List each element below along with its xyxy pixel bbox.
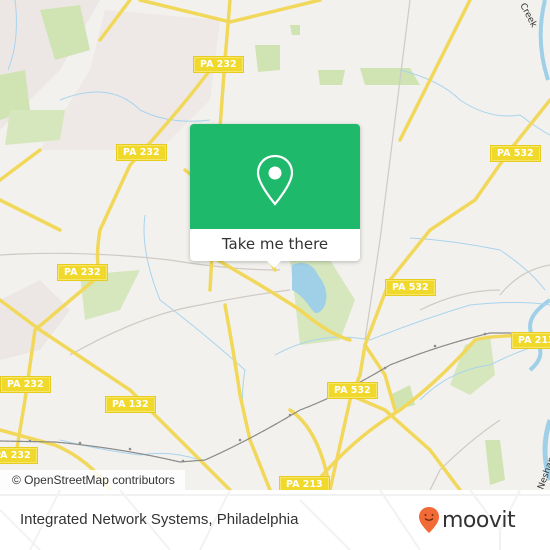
park [360, 68, 420, 85]
water-label: Creek [517, 2, 538, 30]
park [5, 110, 65, 145]
route-shield: PA 213 [511, 332, 550, 349]
map-attribution[interactable]: © OpenStreetMap contributors [0, 470, 185, 490]
popup-header[interactable] [190, 124, 360, 229]
route-shield: PA 132 [105, 396, 156, 413]
route-shield: PA 232 [0, 376, 51, 393]
park [255, 45, 280, 72]
route-shield: PA 232 [116, 144, 167, 161]
park [318, 70, 345, 85]
moovit-pin-icon [419, 507, 439, 533]
place-name: Integrated Network Systems, Philadelphia [20, 511, 299, 528]
route-shield: PA 232 [0, 447, 38, 464]
take-me-there-button[interactable]: Take me there [190, 230, 360, 261]
park [485, 440, 505, 485]
footer-bar: Integrated Network Systems, Philadelphia… [0, 490, 550, 550]
park [290, 25, 300, 35]
map-pin-icon [256, 154, 294, 206]
route-shield: PA 532 [490, 145, 541, 162]
moovit-wordmark: moovit [442, 507, 516, 533]
residential-area [0, 280, 70, 360]
river [538, 0, 550, 81]
route-shield: PA 232 [57, 264, 108, 281]
route-shield: PA 232 [193, 56, 244, 73]
popup-tail [266, 260, 282, 268]
moovit-logo[interactable]: moovit [418, 504, 516, 536]
route-shield: PA 532 [385, 279, 436, 296]
route-shield: PA 213 [279, 476, 330, 490]
route-shield: PA 532 [327, 382, 378, 399]
take-me-there-popup[interactable]: Take me there [190, 124, 360, 268]
map[interactable]: Creek Nesham PA 232 PA 232 PA 232 PA 232… [0, 0, 550, 490]
